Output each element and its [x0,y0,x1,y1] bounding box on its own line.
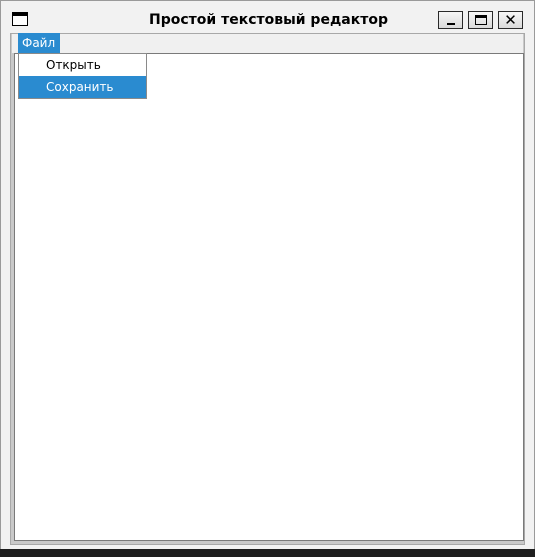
title-bar[interactable]: Простой текстовый редактор ✕ [1,1,534,34]
file-menu-dropdown: Открыть Сохранить [18,53,147,99]
menu-item-open[interactable]: Открыть [19,54,146,76]
desktop-background [0,549,535,557]
maximize-icon [475,15,487,25]
text-editor-area[interactable] [14,53,524,541]
menu-bar [12,34,523,53]
menu-file[interactable]: Файл [18,33,60,53]
close-icon: ✕ [504,11,517,29]
maximize-button[interactable] [468,11,493,29]
menu-item-save[interactable]: Сохранить [19,76,146,98]
minimize-button[interactable] [438,11,463,29]
close-button[interactable]: ✕ [498,11,523,29]
minimize-icon [447,23,455,25]
